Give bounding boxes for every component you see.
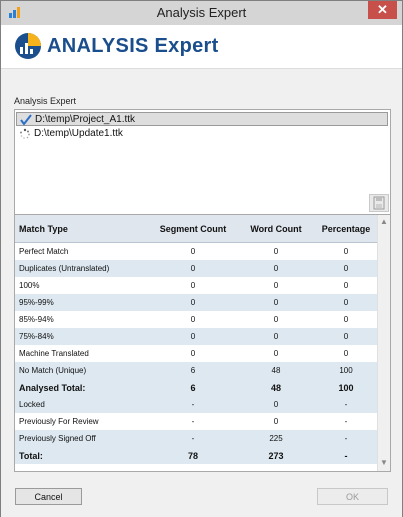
table-row: Previously Signed Off -225- [15, 430, 377, 447]
cell-match-type: Total: [19, 451, 43, 461]
cell-match-type: Previously Signed Off [19, 434, 96, 443]
title-bar: Analysis Expert ✕ [1, 1, 402, 25]
table-row: Duplicates (Untranslated) 0 0 0 [15, 260, 377, 277]
file-name: D:\temp\Update1.ttk [34, 128, 123, 139]
scroll-down-icon[interactable]: ▼ [380, 459, 388, 467]
file-name: D:\temp\Project_A1.ttk [35, 114, 136, 125]
cancel-button[interactable]: Cancel [15, 488, 82, 505]
brand-header: ANALYSIS Expert [1, 25, 402, 67]
table-row: 100% 0 0 0 [19, 281, 349, 290]
table-row: Analysed Total: 6 48 100 [15, 379, 377, 396]
files-section-label: Analysis Expert [14, 96, 77, 106]
cell-match-type: 95%-99% [19, 298, 54, 307]
scroll-up-icon[interactable]: ▲ [380, 218, 388, 226]
dialog-body: Analysis Expert D:\temp\Project_A1.ttk D… [1, 68, 402, 517]
cell-match-type: 85%-94% [19, 315, 54, 324]
close-button[interactable]: ✕ [368, 1, 397, 19]
file-item-project-a1[interactable]: D:\temp\Project_A1.ttk [16, 112, 388, 126]
cell-match-type: Perfect Match [19, 247, 69, 256]
cell-match-type: Duplicates (Untranslated) [19, 264, 110, 273]
table-row: Perfect Match 0 0 0 [19, 247, 349, 256]
cell-match-type: Locked [19, 400, 45, 409]
table-row: Total: 78 273- [15, 447, 377, 464]
window-title: Analysis Expert [156, 5, 247, 20]
analysis-logo-icon [15, 33, 41, 59]
table-row: 75%-84% 0 0 0 [15, 328, 377, 345]
cell-match-type: No Match (Unique) [19, 366, 87, 375]
cell-match-type: 100% [19, 281, 40, 290]
analysis-expert-window: Analysis Expert ✕ ANALYSIS Expert Analys… [0, 0, 403, 517]
cell-match-type: Previously For Review [19, 417, 99, 426]
table-row: 95%-99% 0 0 0 [15, 294, 377, 311]
cell-match-type: Analysed Total: [19, 383, 86, 393]
table-row: 85%-94% 0 0 0 [19, 315, 349, 324]
table-row: Previously For Review -0- [19, 417, 348, 426]
table-row: Machine Translated 0 0 0 [19, 349, 349, 358]
file-item-update1[interactable]: D:\temp\Update1.ttk [16, 127, 388, 141]
vertical-scrollbar[interactable]: ▲ ▼ [377, 215, 390, 471]
column-header-match-type: Match Type [19, 224, 68, 234]
checkmark-icon [20, 113, 32, 127]
ok-button[interactable]: OK [317, 488, 388, 505]
cell-match-type: Machine Translated [19, 349, 89, 358]
export-button[interactable] [369, 194, 389, 212]
analysis-table: Match Type Segment Count Word Count Perc… [14, 214, 391, 472]
table-row: No Match (Unique) 6 48 100 [15, 362, 377, 379]
cell-match-type: 75%-84% [19, 332, 54, 341]
save-icon [373, 196, 385, 210]
table-row: Locked -0- [15, 396, 377, 413]
brand-text: ANALYSIS Expert [47, 35, 219, 57]
loading-spinner-icon [19, 127, 31, 141]
table-header: Match Type Segment Count Word Count Perc… [15, 215, 377, 243]
